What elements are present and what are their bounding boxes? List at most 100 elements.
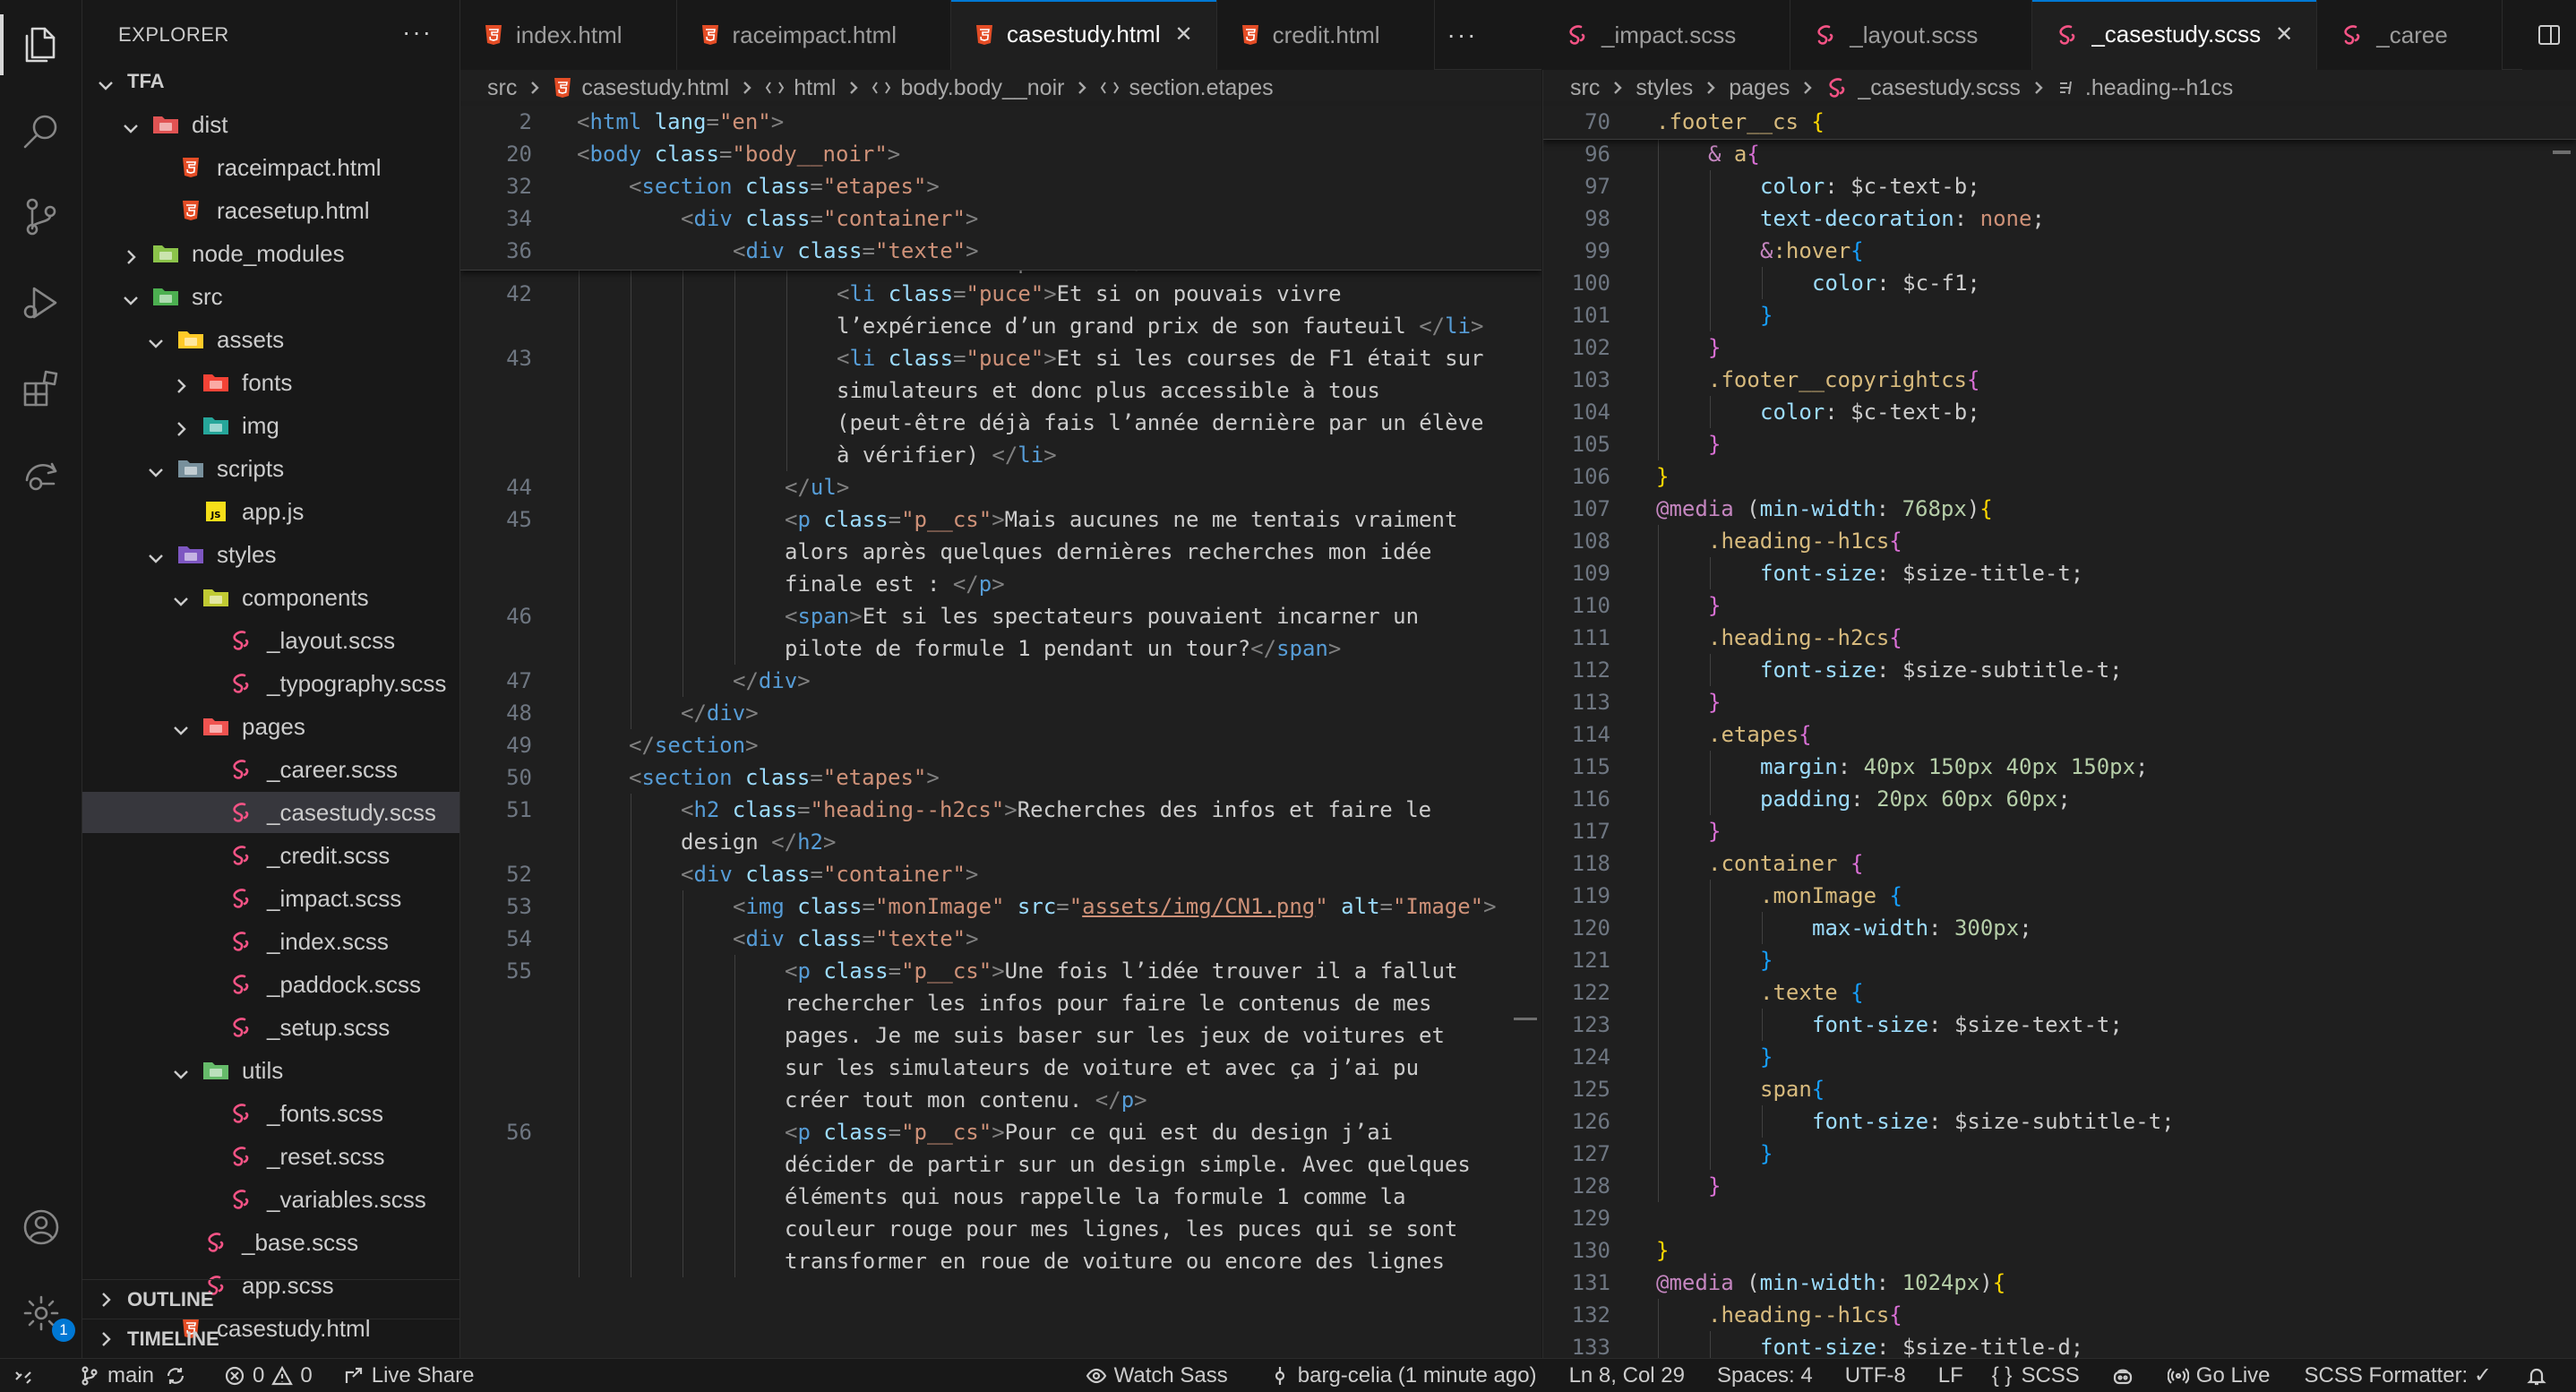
source-control-icon[interactable] [14, 190, 68, 244]
breadcrumb-item[interactable]: body.body__noir [872, 75, 1064, 101]
code-area[interactable]: 96 & a{97 color: $c-text-b; 98 text-decorati… [1543, 106, 2576, 1358]
split-editor-icon[interactable] [2522, 0, 2576, 70]
tree-file--credit-scss[interactable]: _credit.scss [82, 835, 459, 876]
tree-file-app-js[interactable]: JS app.js [82, 491, 459, 532]
tab-casestudy-html[interactable]: casestudy.html ✕ [951, 0, 1217, 70]
breadcrumb-item[interactable]: _casestudy.scss [1825, 75, 2021, 101]
tree-folder-node-modules[interactable]: node_modules [82, 233, 459, 274]
line-number: 113 [1571, 690, 1610, 715]
go-live-button[interactable]: Go Live [2159, 1359, 2280, 1392]
breadcrumb-item[interactable]: html [765, 75, 836, 101]
breadcrumb-item[interactable]: section.etapes [1100, 75, 1274, 101]
outline-section[interactable]: OUTLINE [82, 1279, 459, 1319]
tab-raceimpact-html[interactable]: raceimpact.html [676, 0, 951, 70]
code-area[interactable]: 41<li class="puce">Et si les écuries ven… [460, 106, 1541, 1358]
line-number: 70 [1584, 109, 1610, 134]
tree-file--layout-scss[interactable]: _layout.scss [82, 620, 459, 661]
breadcrumb-label: pages [1729, 74, 1790, 100]
tree-file--reset-scss[interactable]: _reset.scss [82, 1136, 459, 1177]
breadcrumb-item[interactable]: styles [1636, 75, 1693, 101]
tree-folder-pages[interactable]: pages [82, 706, 459, 747]
breadcrumb-item[interactable]: pages [1729, 75, 1790, 101]
account-icon[interactable] [14, 1200, 68, 1254]
tree-folder-styles[interactable]: styles [82, 534, 459, 575]
tree-folder-components[interactable]: components [82, 577, 459, 618]
branch-indicator[interactable]: main [70, 1359, 202, 1392]
tab--layout-scss[interactable]: _layout.scss [1790, 0, 2033, 70]
tab-credit-html[interactable]: credit.html [1216, 0, 1435, 70]
tree-file-racesetup-html[interactable]: racesetup.html [82, 190, 459, 231]
tab--casestudy-scss[interactable]: _casestudy.scss ✕ [2032, 0, 2318, 70]
html-file-icon [553, 76, 572, 99]
line-number: 106 [1571, 464, 1610, 489]
tree-folder-assets[interactable]: assets [82, 319, 459, 360]
code-line: rechercher les infos pour faire le conte… [460, 987, 1541, 1019]
left-editor-casestudy-html[interactable]: src casestudy.html html body.body__noir sect… [460, 70, 1541, 1358]
sticky-scroll-header[interactable]: 70 .footer__cs { [1543, 106, 2576, 140]
indent-guide [1658, 944, 1659, 976]
indent-guide [1710, 299, 1711, 331]
tree-file--index-scss[interactable]: _index.scss [82, 921, 459, 962]
tree-file--setup-scss[interactable]: _setup.scss [82, 1007, 459, 1048]
tree-folder-dist[interactable]: dist [82, 104, 459, 145]
encoding[interactable]: UTF-8 [1836, 1359, 1915, 1392]
tree-file-raceimpact-html[interactable]: raceimpact.html [82, 147, 459, 188]
indentation[interactable]: Spaces: 4 [1708, 1359, 1822, 1392]
tab--caree[interactable]: _caree [2317, 0, 2503, 70]
tree-folder-src[interactable]: src [82, 276, 459, 317]
scss-formatter[interactable]: SCSS Formatter: ✓ [2296, 1359, 2501, 1392]
remote-indicator[interactable] [0, 1359, 50, 1392]
tree-file--casestudy-scss[interactable]: _casestudy.scss [82, 792, 459, 833]
indent-guide [1658, 1009, 1659, 1041]
breadcrumb-item[interactable]: src [1570, 75, 1600, 101]
tree-file--impact-scss[interactable]: _impact.scss [82, 878, 459, 919]
timeline-section[interactable]: TIMELINE [82, 1319, 459, 1358]
settings-gear-icon[interactable]: 1 [14, 1286, 75, 1342]
breadcrumb-item[interactable]: casestudy.html [553, 75, 729, 101]
tree-folder-tfa[interactable]: TFA [82, 61, 459, 102]
remote-icon[interactable] [14, 448, 68, 502]
copilot-button[interactable] [2103, 1359, 2150, 1392]
code-text: } [1708, 432, 1722, 457]
watch-sass-button[interactable]: Watch Sass [1077, 1359, 1237, 1392]
tree-folder-scripts[interactable]: scripts [82, 448, 459, 489]
chevron-down-icon [97, 73, 115, 90]
close-icon[interactable]: ✕ [1174, 21, 1192, 47]
run-debug-icon[interactable] [14, 276, 68, 330]
tree-file--base-scss[interactable]: _base.scss [82, 1222, 459, 1263]
tree-file--paddock-scss[interactable]: _paddock.scss [82, 964, 459, 1005]
code-text: <span>Et si les spectateurs pouvaient in… [785, 604, 1420, 629]
tree-file--career-scss[interactable]: _career.scss [82, 749, 459, 790]
git-blame-indicator[interactable]: barg-celia (1 minute ago) [1260, 1359, 1546, 1392]
code-text: <div class="container"> [681, 206, 979, 231]
indent-guide [579, 503, 580, 536]
tab-overflow-button[interactable]: ··· [1435, 0, 1490, 69]
minimap-slider[interactable] [1514, 1018, 1537, 1020]
notifications-button[interactable] [2517, 1359, 2563, 1392]
extensions-icon[interactable] [14, 362, 68, 416]
tab-index-html[interactable]: index.html [460, 0, 677, 70]
right-editor-casestudy-scss[interactable]: src styles pages _casestudy.scss .heading--h… [1542, 70, 2576, 1358]
chevron-right-icon [122, 245, 140, 264]
tree-folder-utils[interactable]: utils [82, 1050, 459, 1091]
breadcrumb-item[interactable]: src [487, 75, 517, 101]
tab--impact-scss[interactable]: _impact.scss [1542, 0, 1791, 70]
live-share-button[interactable]: Live Share [334, 1359, 484, 1392]
explorer-icon[interactable] [0, 14, 68, 75]
search-icon[interactable] [14, 104, 68, 158]
problems-indicator[interactable]: 00 [215, 1359, 322, 1392]
line-number: 109 [1571, 561, 1610, 586]
explorer-more-button[interactable]: ··· [402, 18, 433, 47]
tree-folder-fonts[interactable]: fonts [82, 362, 459, 403]
breadcrumb-item[interactable]: .heading--h1cs [2057, 75, 2233, 101]
end-of-line[interactable]: LF [1929, 1359, 1972, 1392]
sticky-scroll-header[interactable]: 2 <html lang="en"> 20 <body class="body__no… [460, 106, 1541, 271]
language-mode[interactable]: { } SCSS [1983, 1359, 2089, 1392]
tree-file--variables-scss[interactable]: _variables.scss [82, 1179, 459, 1220]
tree-file--fonts-scss[interactable]: _fonts.scss [82, 1093, 459, 1134]
tree-folder-img[interactable]: img [82, 405, 459, 446]
code-line: 125 span{ [1543, 1073, 2576, 1105]
close-icon[interactable]: ✕ [2275, 21, 2293, 47]
cursor-position[interactable]: Ln 8, Col 29 [1560, 1359, 1694, 1392]
tree-file--typography-scss[interactable]: _typography.scss [82, 663, 459, 704]
